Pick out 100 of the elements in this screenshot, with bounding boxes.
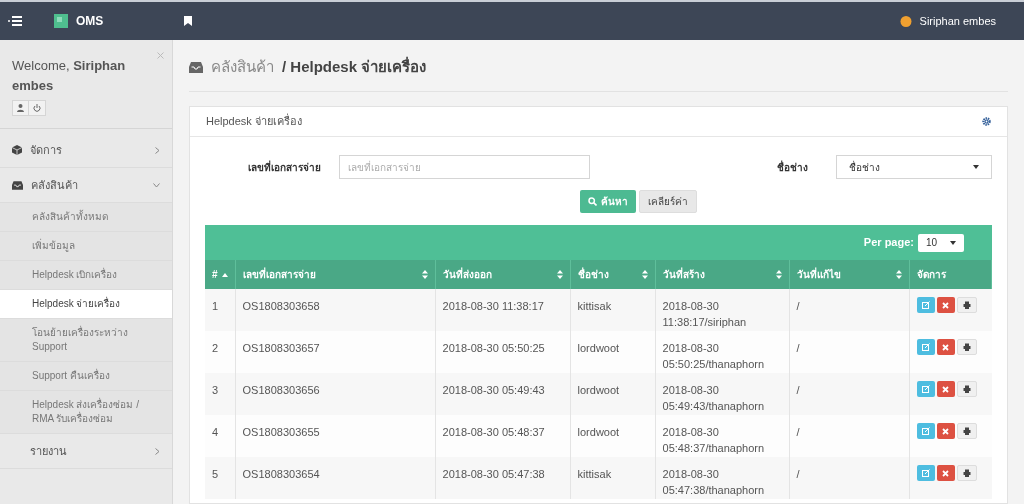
profile-button[interactable]	[12, 100, 29, 116]
table-cell: OS1808303658	[242, 300, 320, 312]
table-cell: /	[796, 426, 800, 438]
sort-icon[interactable]	[556, 270, 563, 279]
sort-icon[interactable]	[775, 270, 782, 279]
column-header[interactable]: วันที่ส่งออก	[442, 267, 492, 282]
edit-button[interactable]	[916, 423, 935, 439]
table-cell: lordwoot	[577, 426, 620, 438]
table-cell: 2018-08-30 05:48:37	[442, 426, 545, 438]
page-title: / Helpdesk จ่ายเครื่อง	[282, 56, 427, 78]
search-button[interactable]: ค้นหา	[580, 190, 636, 213]
edit-button[interactable]	[916, 297, 935, 313]
table-cell: lordwoot	[577, 384, 620, 396]
table-cell: 1	[212, 300, 219, 312]
sidebar-subitem[interactable]: Helpdesk ส่งเครื่องซ่อม / RMA รับเครื่องซ่อม	[0, 391, 172, 434]
caret-icon	[973, 165, 979, 169]
sidebar-subitem[interactable]: เพิ่มข้อมูล	[0, 232, 172, 261]
delete-button[interactable]	[936, 423, 955, 439]
clear-button[interactable]: เคลียร์ค่า	[639, 190, 697, 213]
sort-icon[interactable]	[641, 270, 648, 279]
print-button[interactable]	[956, 423, 977, 439]
sidebar-subitem[interactable]: Support คืนเครื่อง	[0, 362, 172, 391]
delete-button[interactable]	[936, 381, 955, 397]
caret-icon	[950, 240, 956, 245]
delete-button[interactable]	[936, 465, 955, 481]
table-cell: 2018-08-30 05:47:38/thanaphorn	[662, 468, 765, 496]
menu-toggle-button[interactable]	[8, 16, 22, 26]
table-cell: 3	[212, 384, 219, 396]
chevron-right-icon	[155, 146, 160, 154]
delete-button[interactable]	[936, 339, 955, 355]
settings-icon[interactable]	[982, 117, 991, 126]
table-cell: 2018-08-30 05:49:43/thanaphorn	[662, 384, 765, 412]
delete-button[interactable]	[936, 297, 955, 313]
printer-icon	[962, 469, 971, 477]
user-name[interactable]: Siriphan embes	[919, 12, 996, 30]
sort-icon[interactable]	[421, 270, 428, 279]
print-button[interactable]	[956, 465, 977, 481]
table-cell: 2018-08-30 11:38:17/siriphan	[662, 300, 747, 328]
table-cell: lordwoot	[577, 342, 620, 354]
sidebar-subitem[interactable]: Helpdesk จ่ายเครื่อง	[0, 290, 172, 319]
table-cell: /	[796, 300, 800, 312]
brand-name: OMS	[76, 13, 104, 30]
per-page-label: Per page:	[863, 235, 914, 251]
sort-icon[interactable]	[895, 270, 902, 279]
close-icon	[942, 385, 950, 393]
cube-icon	[12, 145, 22, 155]
edit-button[interactable]	[916, 339, 935, 355]
printer-icon	[962, 343, 971, 351]
table-cell: kittisak	[577, 468, 612, 480]
table-cell: 2018-08-30 05:48:37/thanaphorn	[662, 426, 765, 454]
edit-icon	[921, 385, 930, 393]
print-button[interactable]	[956, 297, 977, 313]
table-cell: OS1808303656	[242, 384, 320, 396]
table-cell: /	[796, 384, 800, 396]
per-page-select[interactable]: 10	[918, 233, 964, 252]
table-cell: 5	[212, 468, 219, 480]
sidebar-menu-item[interactable]: จัดการ	[0, 133, 172, 168]
edit-icon	[921, 343, 930, 351]
sort-ascending-icon[interactable]	[221, 272, 228, 277]
column-header[interactable]: วันที่สร้าง	[662, 267, 705, 282]
menu-icon	[8, 16, 22, 26]
logout-button[interactable]	[29, 100, 46, 116]
edit-button[interactable]	[916, 465, 935, 481]
print-button[interactable]	[956, 381, 977, 397]
user-avatar-icon[interactable]	[899, 15, 912, 27]
table-cell: /	[796, 342, 800, 354]
bookmark-icon[interactable]	[184, 16, 192, 26]
close-icon	[942, 427, 950, 435]
breadcrumb-link[interactable]: คลังสินค้า	[211, 56, 274, 79]
printer-icon	[962, 301, 971, 309]
edit-button[interactable]	[916, 381, 935, 397]
technician-select[interactable]: ชื่อช่าง	[836, 155, 992, 179]
table-cell: 4	[212, 426, 219, 438]
close-icon	[942, 343, 950, 351]
table-cell: 2018-08-30 05:50:25/thanaphorn	[662, 342, 765, 370]
column-header[interactable]: ชื่อช่าง	[577, 267, 609, 282]
column-header[interactable]: วันที่แก้ไข	[796, 267, 841, 282]
inbox-icon	[189, 62, 203, 73]
print-button[interactable]	[956, 339, 977, 355]
sidebar-subitem[interactable]: คลังสินค้าทั้งหมด	[0, 203, 172, 232]
table-cell: OS1808303654	[242, 468, 320, 480]
edit-icon	[921, 427, 930, 435]
table-cell: kittisak	[577, 300, 612, 312]
close-icon	[942, 469, 950, 477]
table-cell: 2018-08-30 05:49:43	[442, 384, 545, 396]
sidebar-menu-item[interactable]: รายงาน	[0, 434, 172, 469]
edit-icon	[921, 301, 930, 309]
field-label: เลขที่เอกสารจ่าย	[247, 159, 321, 175]
column-header[interactable]: จัดการ	[916, 267, 946, 282]
table-cell: OS1808303657	[242, 342, 320, 354]
table-cell: /	[796, 468, 800, 480]
column-header[interactable]: เลขที่เอกสารจ่าย	[242, 267, 316, 282]
column-header[interactable]: #	[212, 267, 218, 282]
document-number-field[interactable]: เลขที่เอกสารจ่าย	[339, 155, 590, 179]
sidebar-subitem[interactable]: โอนย้ายเครื่องระหว่าง Support	[0, 319, 172, 362]
edit-icon	[921, 469, 930, 477]
chevron-right-icon	[155, 447, 160, 455]
sidebar-subitem[interactable]: Helpdesk เบิกเครื่อง	[0, 261, 172, 290]
table-cell: 2018-08-30 11:38:17	[442, 300, 544, 312]
field-label: ชื่อช่าง	[776, 159, 808, 175]
